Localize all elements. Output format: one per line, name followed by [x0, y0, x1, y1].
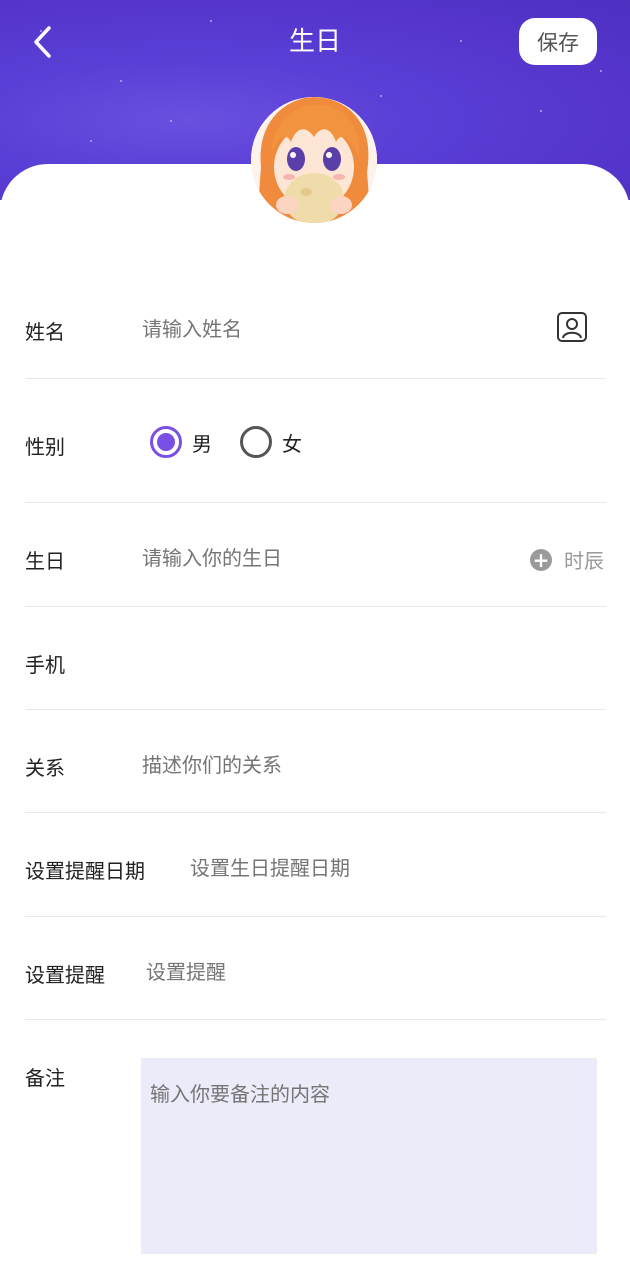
note-textarea[interactable]	[141, 1058, 597, 1254]
time-button[interactable]: + 时辰	[530, 545, 604, 574]
remind-date-label: 设置提醒日期	[25, 859, 145, 883]
relation-row: 关系	[25, 710, 606, 813]
gender-male-label: 男	[192, 431, 212, 456]
gender-female-label: 女	[282, 431, 302, 456]
remind-row: 设置提醒	[25, 917, 606, 1020]
gender-radio-group: 男 女	[150, 426, 302, 458]
birthday-row: 生日 + 时辰	[25, 503, 606, 607]
remind-date-input[interactable]	[190, 853, 590, 883]
gender-male-radio[interactable]	[150, 426, 182, 458]
birthday-label: 生日	[25, 549, 65, 573]
name-row: 姓名	[25, 280, 606, 379]
gender-female-radio[interactable]	[240, 426, 272, 458]
remind-label: 设置提醒	[25, 963, 105, 987]
contact-card-icon[interactable]	[556, 311, 588, 347]
save-button[interactable]: 保存	[519, 18, 597, 65]
note-label: 备注	[25, 1066, 65, 1090]
relation-label: 关系	[25, 756, 65, 780]
chevron-left-icon	[34, 26, 51, 58]
back-button[interactable]	[22, 22, 62, 62]
relation-input[interactable]	[142, 750, 572, 780]
anime-avatar-image	[251, 97, 377, 223]
birthday-input[interactable]	[142, 543, 482, 573]
gender-row: 性别 男 女	[25, 379, 606, 503]
gender-label: 性别	[25, 435, 65, 459]
phone-row: 手机	[25, 607, 606, 710]
phone-input[interactable]	[142, 647, 572, 677]
remind-date-row: 设置提醒日期	[25, 813, 606, 917]
avatar[interactable]	[251, 97, 377, 223]
phone-label: 手机	[25, 653, 65, 677]
plus-circle-icon: +	[530, 548, 552, 571]
name-label: 姓名	[25, 320, 65, 344]
time-label: 时辰	[564, 549, 604, 573]
name-input[interactable]	[142, 314, 522, 344]
remind-input[interactable]	[146, 957, 566, 987]
